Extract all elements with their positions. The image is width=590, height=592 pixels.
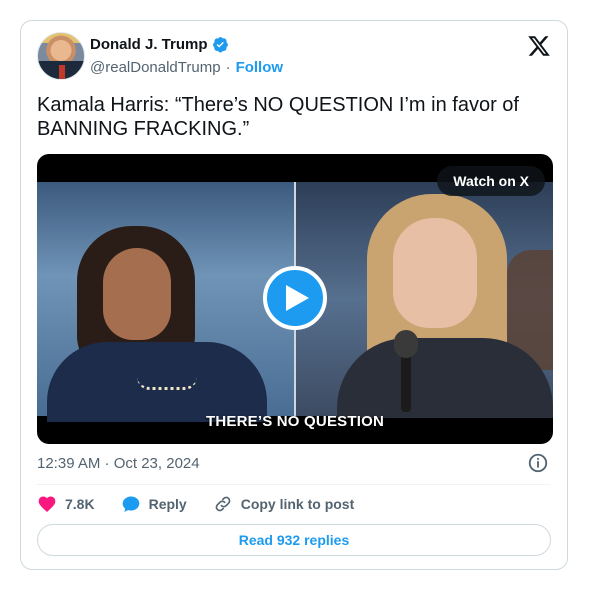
verified-badge-icon	[212, 37, 228, 53]
x-logo-icon[interactable]	[527, 34, 551, 58]
watch-on-x-button[interactable]: Watch on X	[437, 166, 545, 196]
read-replies-button[interactable]: Read 932 replies	[37, 524, 551, 556]
like-button[interactable]: 7.8K	[37, 494, 95, 514]
post-timestamp[interactable]: 12:39 AM · Oct 23, 2024	[37, 455, 200, 472]
video-frame-left	[37, 182, 295, 422]
reply-bubble-icon	[122, 496, 139, 512]
reply-button[interactable]: Reply	[121, 494, 187, 514]
action-bar: 7.8K Reply Copy link to post	[37, 494, 380, 514]
speaker-face-right	[393, 218, 477, 328]
video-player[interactable]: THERE’S NO QUESTION Watch on X	[37, 154, 553, 444]
reply-label: Reply	[148, 496, 187, 512]
divider	[37, 484, 551, 485]
speaker-body-right	[337, 338, 553, 418]
avatar-tie	[59, 65, 65, 79]
author-name[interactable]: Donald J. Trump	[90, 36, 208, 53]
copy-link-button[interactable]: Copy link to post	[213, 494, 355, 514]
author-handle[interactable]: @realDonaldTrump	[90, 59, 221, 76]
handle-separator: ·	[225, 59, 231, 76]
play-button[interactable]	[263, 266, 327, 330]
microphone-handle	[401, 352, 411, 412]
speaker-necklace	[137, 377, 197, 390]
microphone-icon	[394, 330, 418, 358]
heart-icon	[38, 496, 56, 512]
copy-link-label: Copy link to post	[240, 496, 355, 512]
embedded-post-card: Donald J. Trump @realDonaldTrump · Follo…	[20, 20, 568, 570]
link-icon	[215, 496, 231, 512]
play-icon	[286, 285, 309, 311]
author-handle-row: @realDonaldTrump · Follow	[90, 59, 283, 76]
info-icon[interactable]	[527, 452, 549, 474]
author-name-row: Donald J. Trump	[90, 36, 229, 53]
follow-button[interactable]: Follow	[236, 59, 284, 76]
post-text: Kamala Harris: “There’s NO QUESTION I’m …	[37, 94, 519, 140]
speaker-face-left	[103, 248, 171, 340]
like-count: 7.8K	[65, 496, 95, 512]
video-caption: THERE’S NO QUESTION	[206, 413, 384, 430]
author-avatar[interactable]	[37, 32, 85, 80]
